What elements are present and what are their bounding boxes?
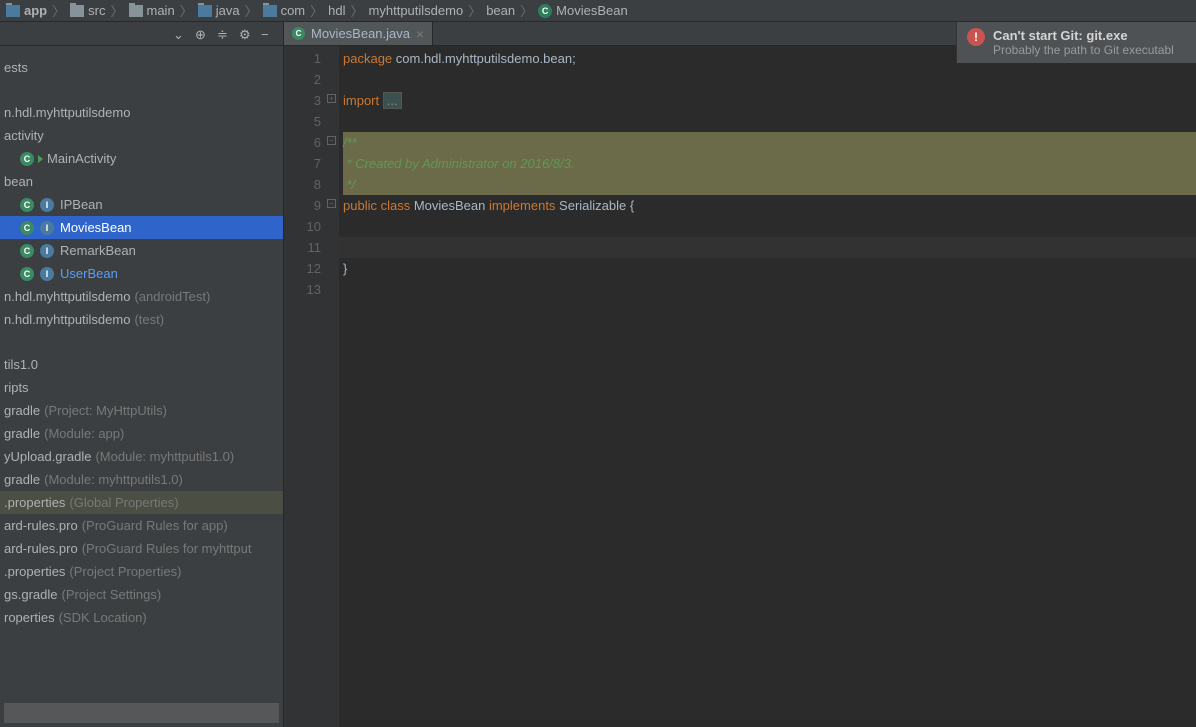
chevron-right-icon: 〉 bbox=[351, 1, 364, 20]
tree-package[interactable]: n.hdl.myhttputilsdemo bbox=[0, 101, 283, 124]
breadcrumb-src[interactable]: src bbox=[68, 3, 107, 18]
tree-sdk-properties[interactable]: roperties(SDK Location) bbox=[0, 606, 283, 629]
tree-test[interactable]: n.hdl.myhttputilsdemo(test) bbox=[0, 308, 283, 331]
folder-icon bbox=[70, 5, 84, 17]
breadcrumb-main[interactable]: main bbox=[127, 3, 177, 18]
tree-userbean[interactable]: CIUserBean bbox=[0, 262, 283, 285]
chevron-right-icon: 〉 bbox=[245, 1, 258, 20]
breadcrumb-com[interactable]: com bbox=[261, 3, 308, 18]
breadcrumb-moviesbean[interactable]: CMoviesBean bbox=[536, 3, 630, 18]
module-icon bbox=[6, 5, 20, 17]
fold-icon[interactable]: − bbox=[327, 199, 336, 208]
breadcrumb-hdl[interactable]: hdl bbox=[326, 3, 347, 18]
close-icon[interactable]: × bbox=[416, 26, 424, 42]
tree-upload-gradle[interactable]: yUpload.gradle(Module: myhttputils1.0) bbox=[0, 445, 283, 468]
tree-moviesbean[interactable]: CIMoviesBean bbox=[0, 216, 283, 239]
chevron-right-icon: 〉 bbox=[310, 1, 323, 20]
folder-icon bbox=[129, 5, 143, 17]
breadcrumb-java[interactable]: java bbox=[196, 3, 242, 18]
class-icon: C bbox=[20, 267, 34, 281]
code-editor[interactable]: 1 2 3 5 6 7 8 9 10 11 12 13 + − − packag… bbox=[284, 46, 1196, 727]
class-icon: C bbox=[538, 4, 552, 18]
package-icon bbox=[263, 5, 277, 17]
chevron-right-icon: 〉 bbox=[520, 1, 533, 20]
tree-bean[interactable]: bean bbox=[0, 170, 283, 193]
fold-icon[interactable]: − bbox=[327, 136, 336, 145]
gear-icon[interactable]: ⚙ bbox=[239, 27, 253, 41]
tree-remarkbean[interactable]: CIRemarkBean bbox=[0, 239, 283, 262]
class-icon: C bbox=[20, 198, 34, 212]
tree-proguard-app[interactable]: ard-rules.pro(ProGuard Rules for app) bbox=[0, 514, 283, 537]
error-icon: ! bbox=[967, 28, 985, 46]
package-icon bbox=[198, 5, 212, 17]
sidebar-toolbar: ⌄ ⊕ ≑ ⚙ − bbox=[0, 22, 283, 46]
breadcrumb-bar: app 〉 src 〉 main 〉 java 〉 com 〉 hdl 〉 my… bbox=[0, 0, 1196, 22]
tree-gradle-app[interactable]: gradle(Module: app) bbox=[0, 422, 283, 445]
class-icon: C bbox=[292, 27, 305, 40]
notification-message: Probably the path to Git executabl bbox=[993, 43, 1174, 57]
collapse-icon[interactable]: ≑ bbox=[217, 27, 231, 41]
interface-icon: I bbox=[40, 198, 54, 212]
chevron-down-icon[interactable]: ⌄ bbox=[173, 27, 187, 41]
class-icon: C bbox=[20, 244, 34, 258]
git-error-notification[interactable]: ! Can't start Git: git.exe Probably the … bbox=[956, 22, 1196, 63]
breadcrumb-demo[interactable]: myhttputilsdemo bbox=[367, 3, 466, 18]
hide-icon[interactable]: − bbox=[261, 27, 275, 41]
tree-settings-gradle[interactable]: gs.gradle(Project Settings) bbox=[0, 583, 283, 606]
interface-icon: I bbox=[40, 244, 54, 258]
tree-global-properties[interactable]: .properties(Global Properties) bbox=[0, 491, 283, 514]
tree-ipbean[interactable]: CIIPBean bbox=[0, 193, 283, 216]
tree-proguard-module[interactable]: ard-rules.pro(ProGuard Rules for myhttpu… bbox=[0, 537, 283, 560]
project-sidebar: ⌄ ⊕ ≑ ⚙ − ests n.hdl.myhttputilsdemo act… bbox=[0, 22, 284, 727]
class-icon: C bbox=[20, 221, 34, 235]
chevron-right-icon: 〉 bbox=[468, 1, 481, 20]
line-gutter: 1 2 3 5 6 7 8 9 10 11 12 13 + − − bbox=[284, 46, 339, 727]
tree-tests[interactable]: ests bbox=[0, 56, 283, 79]
project-tree: ests n.hdl.myhttputilsdemo activity CMai… bbox=[0, 46, 283, 703]
tree-tils[interactable]: tils1.0 bbox=[0, 353, 283, 376]
sidebar-footer bbox=[4, 703, 279, 723]
editor-area: C MoviesBean.java × 1 2 3 5 6 7 8 9 10 1… bbox=[284, 22, 1196, 727]
chevron-right-icon: 〉 bbox=[110, 1, 123, 20]
tab-moviesbean[interactable]: C MoviesBean.java × bbox=[284, 22, 433, 45]
current-line-highlight bbox=[339, 237, 1196, 258]
chevron-right-icon: 〉 bbox=[52, 1, 65, 20]
interface-icon: I bbox=[40, 221, 54, 235]
tree-mainactivity[interactable]: CMainActivity bbox=[0, 147, 283, 170]
target-icon[interactable]: ⊕ bbox=[195, 27, 209, 41]
tree-project-properties[interactable]: .properties(Project Properties) bbox=[0, 560, 283, 583]
run-icon bbox=[38, 155, 43, 163]
tree-gradle-project[interactable]: gradle(Project: MyHttpUtils) bbox=[0, 399, 283, 422]
folded-imports[interactable]: ... bbox=[383, 92, 402, 109]
fold-icon[interactable]: + bbox=[327, 94, 336, 103]
breadcrumb-bean[interactable]: bean bbox=[484, 3, 517, 18]
chevron-right-icon: 〉 bbox=[180, 1, 193, 20]
tree-activity[interactable]: activity bbox=[0, 124, 283, 147]
code-content[interactable]: package com.hdl.myhttputilsdemo.bean; im… bbox=[339, 46, 1196, 727]
notification-title: Can't start Git: git.exe bbox=[993, 28, 1174, 43]
tab-label: MoviesBean.java bbox=[311, 26, 410, 41]
interface-icon: I bbox=[40, 267, 54, 281]
tree-androidtest[interactable]: n.hdl.myhttputilsdemo(androidTest) bbox=[0, 285, 283, 308]
breadcrumb-app[interactable]: app bbox=[4, 3, 49, 18]
tree-scripts[interactable]: ripts bbox=[0, 376, 283, 399]
tree-gradle-module[interactable]: gradle(Module: myhttputils1.0) bbox=[0, 468, 283, 491]
class-icon: C bbox=[20, 152, 34, 166]
